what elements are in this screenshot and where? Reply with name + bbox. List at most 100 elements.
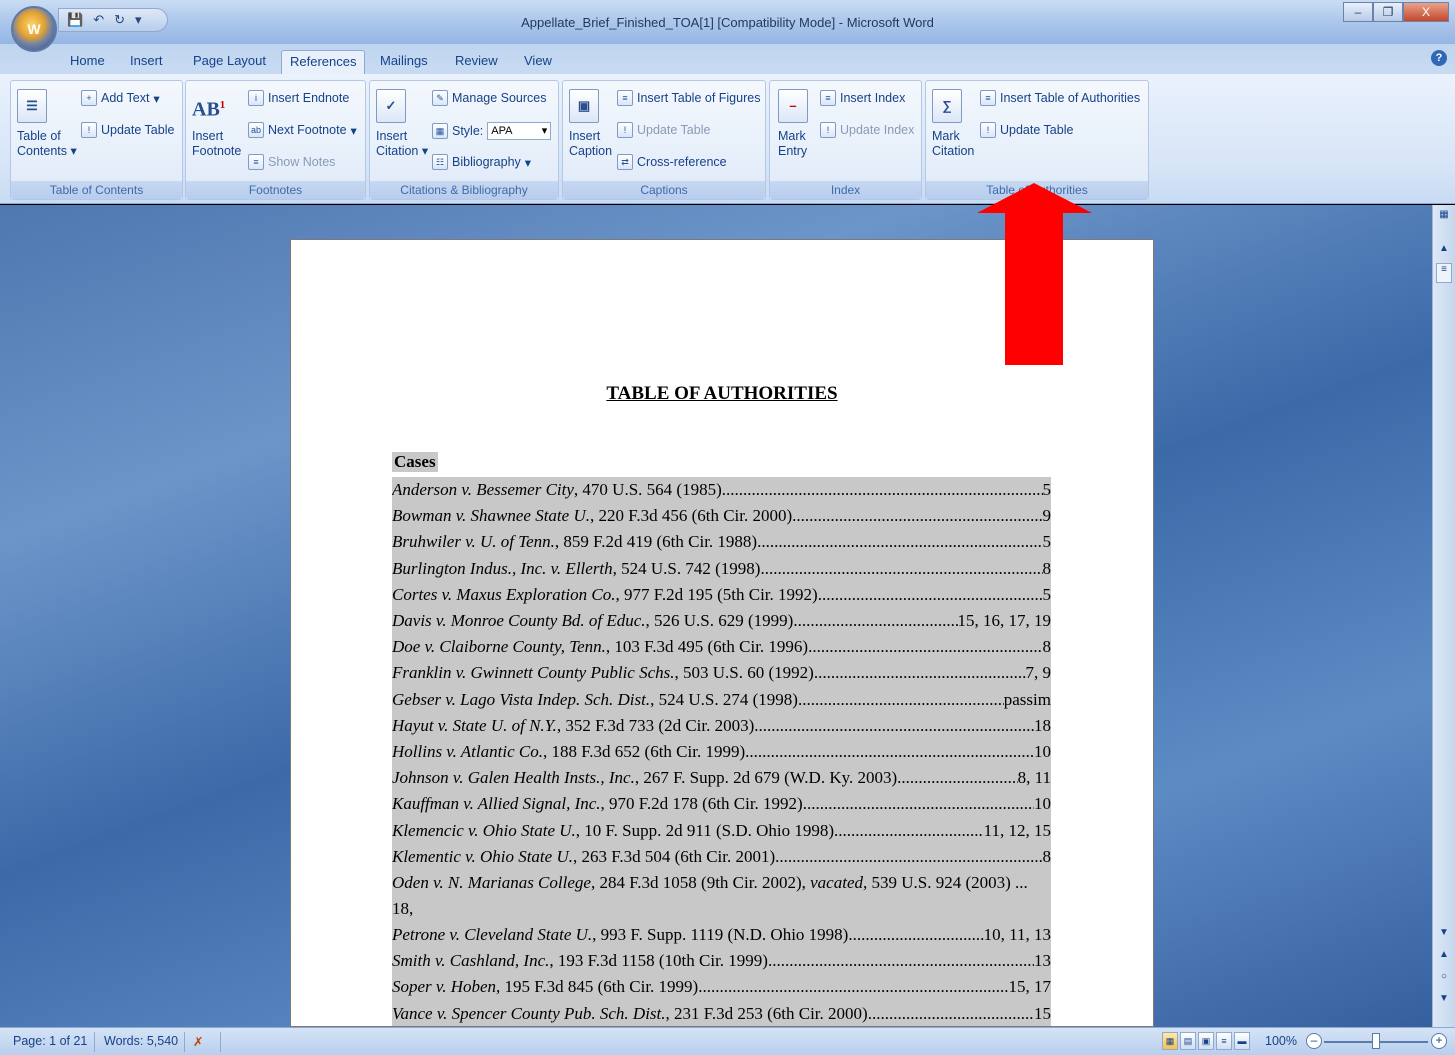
undo-icon[interactable]: ↶	[93, 12, 104, 28]
toa-entry[interactable]: Vance v. Spencer County Pub. Sch. Dist.,…	[392, 1000, 1051, 1026]
case-name: Bruhwiler v. U. of Tenn.	[392, 532, 555, 552]
insert-index-button[interactable]: ≡ Insert Index	[820, 90, 905, 106]
page-references: 7, 9	[1025, 663, 1052, 683]
toa-entry-oden[interactable]: Oden v. N. Marianas College, 284 F.3d 10…	[392, 870, 1051, 923]
table-of-figures-icon: ≡	[617, 90, 633, 106]
word-count[interactable]: Words: 5,540	[104, 1034, 178, 1048]
case-citation: , 231 F.3d 253 (6th Cir. 2000)	[665, 1003, 868, 1023]
toa-entry[interactable]: Davis v. Monroe County Bd. of Educ., 526…	[392, 608, 1051, 635]
next-footnote-button[interactable]: ab Next Footnote ▾	[248, 122, 357, 138]
insert-endnote-button[interactable]: i Insert Endnote	[248, 90, 349, 106]
dot-leader	[803, 791, 1034, 817]
scroll-up-icon[interactable]: ▲	[1436, 243, 1452, 259]
toa-entry[interactable]: Kauffman v. Allied Signal, Inc., 970 F.2…	[392, 791, 1051, 818]
ruler-toggle-icon[interactable]: ▦	[1436, 209, 1452, 225]
insert-footnote-button[interactable]: AB1 Insert Footnote	[192, 89, 241, 159]
zoom-in-icon[interactable]: +	[1431, 1033, 1447, 1049]
select-browse-object-icon[interactable]: ○	[1436, 971, 1452, 987]
vertical-scrollbar[interactable]: ▦ ▲ ≡ ▼ ▲ ○ ▼	[1432, 205, 1455, 1027]
case-name: Burlington Indus., Inc. v. Ellerth	[392, 558, 613, 578]
dot-leader	[698, 974, 1008, 1000]
office-button[interactable]: W	[11, 6, 57, 52]
web-layout-button[interactable]: ▣	[1198, 1032, 1214, 1050]
dot-leader	[848, 922, 983, 948]
group-index: – Mark Entry ≡ Insert Index ! Update Index…	[769, 80, 922, 200]
toa-entry[interactable]: Hayut v. State U. of N.Y., 352 F.3d 733 …	[392, 712, 1051, 740]
cross-reference-button[interactable]: ⇄ Cross-reference	[617, 154, 727, 170]
add-text-button[interactable]: + Add Text ▾	[81, 90, 160, 106]
zoom-level[interactable]: 100%	[1265, 1034, 1297, 1048]
page-references: 9	[1042, 506, 1052, 526]
page-references: 18	[1034, 715, 1051, 735]
toa-entry[interactable]: Anderson v. Bessemer City, 470 U.S. 564 …	[392, 477, 1051, 504]
insert-table-of-figures-button[interactable]: ≡ Insert Table of Figures	[617, 90, 760, 106]
zoom-slider-thumb[interactable]	[1372, 1033, 1380, 1049]
toa-entry[interactable]: Bruhwiler v. U. of Tenn., 859 F.2d 419 (…	[392, 529, 1051, 556]
previous-page-icon[interactable]: ▲	[1436, 949, 1452, 965]
scroll-thumb[interactable]: ≡	[1436, 263, 1452, 283]
office-logo: W	[27, 21, 41, 37]
toa-entry[interactable]: Doe v. Claiborne County, Tenn., 103 F.3d…	[392, 634, 1051, 661]
toa-entry[interactable]: Hollins v. Atlantic Co., 188 F.3d 652 (6…	[392, 739, 1051, 766]
toa-entry[interactable]: Klemencic v. Ohio State U., 10 F. Supp. …	[392, 817, 1051, 844]
toa-entry[interactable]: Bowman v. Shawnee State U., 220 F.3d 456…	[392, 503, 1052, 530]
tab-mailings[interactable]: Mailings	[372, 50, 436, 74]
style-selector[interactable]: ▦ Style: APA ▾	[432, 122, 552, 140]
red-arrow-annotation	[977, 183, 1092, 365]
redo-icon[interactable]: ↻	[114, 12, 125, 28]
mark-entry-button[interactable]: – Mark Entry	[778, 89, 808, 159]
toa-entry[interactable]: Burlington Indus., Inc. v. Ellerth, 524 …	[392, 555, 1051, 582]
case-name: Smith v. Cashland, Inc.	[392, 951, 550, 971]
tab-review[interactable]: Review	[447, 50, 506, 74]
page-references: 15	[1034, 1003, 1051, 1023]
print-layout-view-button[interactable]: ▦	[1162, 1032, 1178, 1050]
toa-entry[interactable]: Klementic v. Ohio State U., 263 F.3d 504…	[392, 843, 1051, 871]
scroll-down-icon[interactable]: ▼	[1436, 927, 1452, 943]
case-citation: , 193 F.3d 1158 (10th Cir. 1999)	[549, 951, 768, 971]
toa-entry[interactable]: Franklin v. Gwinnett County Public Schs.…	[392, 660, 1052, 687]
tab-references[interactable]: References	[281, 50, 366, 74]
page-references: 10	[1034, 794, 1051, 814]
minimize-button[interactable]: –	[1343, 2, 1373, 22]
manage-sources-button[interactable]: ✎ Manage Sources	[432, 90, 547, 106]
next-page-icon[interactable]: ▼	[1436, 993, 1452, 1009]
toa-entry[interactable]: Smith v. Cashland, Inc., 193 F.3d 1158 (…	[392, 948, 1051, 975]
show-notes-button[interactable]: ≡ Show Notes	[248, 154, 335, 170]
zoom-out-icon[interactable]: –	[1306, 1033, 1322, 1049]
toa-entry[interactable]: Soper v. Hoben, 195 F.3d 845 (6th Cir. 1…	[392, 974, 1051, 1001]
toa-entry[interactable]: Gebser v. Lago Vista Indep. Sch. Dist., …	[392, 686, 1051, 713]
full-screen-reading-button[interactable]: ▤	[1180, 1032, 1196, 1050]
style-dropdown[interactable]: APA ▾	[487, 122, 552, 140]
update-table-captions-button[interactable]: ! Update Table	[617, 122, 710, 138]
mark-citation-button[interactable]: ∑ Mark Citation	[932, 89, 974, 159]
toa-entry[interactable]: Petrone v. Cleveland State U., 993 F. Su…	[392, 922, 1051, 949]
dot-leader	[757, 529, 1042, 555]
insert-caption-button[interactable]: ▣ Insert Caption	[569, 89, 612, 159]
tab-page-layout[interactable]: Page Layout	[185, 50, 274, 74]
insert-table-of-authorities-button[interactable]: ≡ Insert Table of Authorities	[980, 90, 1140, 106]
insert-citation-button[interactable]: ✓ Insert Citation ▾	[376, 89, 428, 159]
update-index-button[interactable]: ! Update Index	[820, 122, 914, 138]
tab-insert[interactable]: Insert	[122, 50, 171, 74]
outline-view-button[interactable]: ≡	[1216, 1032, 1232, 1050]
draft-view-button[interactable]: ▬	[1234, 1032, 1250, 1050]
customize-qat-icon[interactable]: ▾	[135, 12, 142, 28]
restore-button[interactable]: ❐	[1373, 2, 1403, 22]
toa-entry[interactable]: Johnson v. Galen Health Insts., Inc., 26…	[392, 765, 1051, 792]
table-of-contents-button[interactable]: ☰ Table of Contents ▾	[17, 89, 77, 159]
help-icon[interactable]: ?	[1431, 50, 1447, 66]
close-button[interactable]: X	[1403, 2, 1449, 22]
tab-view[interactable]: View	[516, 50, 560, 74]
page-references: 5	[1042, 584, 1052, 604]
update-table-toa-button[interactable]: ! Update Table	[980, 122, 1073, 138]
footnote-label-line2: Footnote	[192, 144, 242, 158]
update-table-toc-button[interactable]: ! Update Table	[81, 122, 174, 138]
endnote-icon: i	[248, 90, 264, 106]
tab-home[interactable]: Home	[62, 50, 113, 74]
proofing-icon[interactable]: ✗	[193, 1034, 203, 1049]
bibliography-button[interactable]: ☷ Bibliography ▾	[432, 154, 531, 170]
save-icon[interactable]: 💾	[67, 12, 83, 28]
page-count[interactable]: Page: 1 of 21	[13, 1034, 87, 1048]
quick-access-toolbar: 💾 ↶ ↻ ▾	[58, 8, 168, 32]
toa-entry[interactable]: Cortes v. Maxus Exploration Co., 977 F.2…	[392, 581, 1052, 609]
